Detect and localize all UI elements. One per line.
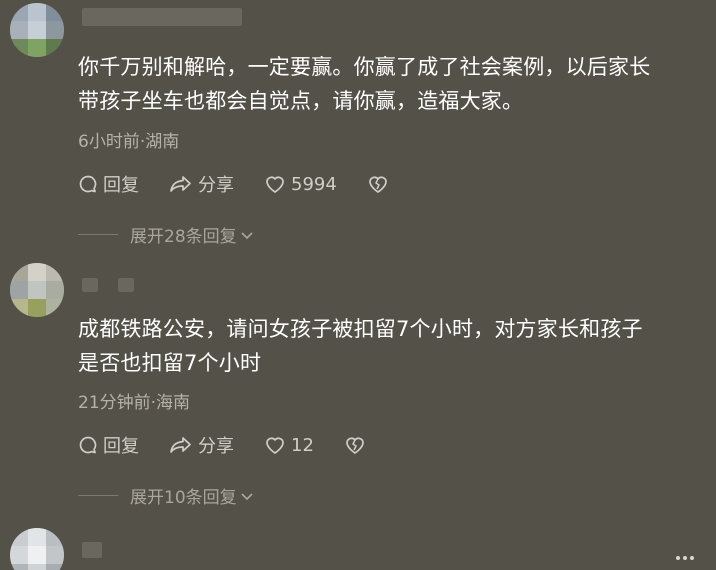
like-count: 12 <box>291 434 314 456</box>
reply-icon <box>79 436 97 454</box>
comment-meta: 6小时前·湖南 <box>78 132 180 152</box>
like-count: 5994 <box>291 173 337 195</box>
heart-icon <box>266 176 284 193</box>
reply-label: 回复 <box>103 175 139 196</box>
expand-replies[interactable]: 展开28条回复 <box>78 222 254 247</box>
dislike-button[interactable] <box>344 435 371 455</box>
chevron-down-icon <box>241 492 253 500</box>
avatar[interactable] <box>10 263 64 317</box>
reply-button[interactable]: 回复 <box>78 171 139 197</box>
like-button[interactable]: 5994 <box>264 174 337 195</box>
comment-text: 成都铁路公安，请问女孩子被扣留7个小时，对方家长和孩子 是否也扣留7个小时 <box>78 312 698 380</box>
avatar-mosaic <box>10 3 64 57</box>
like-button[interactable]: 12 <box>264 435 314 456</box>
share-icon <box>170 437 191 453</box>
share-icon <box>170 176 191 192</box>
expand-label: 展开10条回复 <box>130 488 237 508</box>
expand-replies[interactable]: 展开10条回复 <box>78 483 254 508</box>
share-label: 分享 <box>198 436 234 457</box>
share-button[interactable]: 分享 <box>169 171 234 197</box>
divider-line <box>78 495 118 496</box>
broken-heart-icon <box>346 437 364 454</box>
avatar[interactable] <box>10 528 64 570</box>
broken-heart-icon <box>368 176 387 193</box>
comment-actions: 回复 分享 5994 <box>78 170 424 198</box>
comment-text-line: 是否也扣留7个小时 <box>78 351 262 375</box>
dislike-button[interactable] <box>367 174 394 194</box>
comment-meta: 21分钟前·海南 <box>78 393 191 413</box>
avatar[interactable] <box>10 3 64 57</box>
comment-actions: 回复 分享 12 <box>78 431 401 459</box>
comment-text-line: 带孩子坐车也都会自觉点，请你赢，造福大家。 <box>78 89 524 113</box>
share-label: 分享 <box>198 175 234 196</box>
comment-text: 你千万别和解哈，一定要赢。你赢了成了社会案例，以后家长 带孩子坐车也都会自觉点，… <box>78 50 698 118</box>
comment-text-line: 你千万别和解哈，一定要赢。你赢了成了社会案例，以后家长 <box>78 55 651 79</box>
reply-button[interactable]: 回复 <box>78 432 139 458</box>
reply-label: 回复 <box>103 436 139 457</box>
avatar-mosaic <box>10 528 64 570</box>
username-blurred <box>82 278 98 292</box>
chevron-down-icon <box>241 231 253 239</box>
comment-text-line: 成都铁路公安，请问女孩子被扣留7个小时，对方家长和孩子 <box>78 317 643 341</box>
share-button[interactable]: 分享 <box>169 432 234 458</box>
username-blurred <box>82 8 242 26</box>
divider-line <box>78 234 118 235</box>
username-blurred <box>118 278 134 292</box>
comment-item: 成都铁路公安，请问女孩子被扣留7个小时，对方家长和孩子 是否也扣留7个小时 21… <box>0 260 716 520</box>
reply-icon <box>79 175 97 193</box>
expand-label: 展开28条回复 <box>130 227 237 247</box>
username-blurred <box>82 542 102 558</box>
avatar-mosaic <box>10 263 64 317</box>
comment-item: 你千万别和解哈，一定要赢。你赢了成了社会案例，以后家长 带孩子坐车也都会自觉点，… <box>0 0 716 260</box>
more-icon[interactable] <box>676 556 694 560</box>
comment-item <box>0 520 716 570</box>
heart-icon <box>266 437 284 454</box>
